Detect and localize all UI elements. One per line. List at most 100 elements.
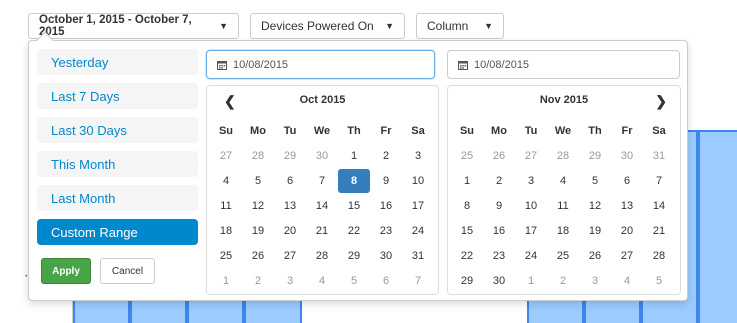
day-cell[interactable]: 5 [579,169,611,193]
week-row: 25 26 27 28 29 30 31 [451,144,675,169]
day-cell[interactable]: 1 [515,269,547,293]
day-cell[interactable]: 15 [451,219,483,243]
day-cell[interactable]: 19 [579,219,611,243]
day-cell[interactable]: 29 [451,269,483,293]
day-cell[interactable]: 1 [210,269,242,293]
day-cell[interactable]: 2 [547,269,579,293]
day-cell[interactable]: 20 [274,219,306,243]
day-cell[interactable]: 10 [515,194,547,218]
apply-button[interactable]: Apply [41,258,91,284]
day-cell[interactable]: 12 [579,194,611,218]
day-cell[interactable]: 1 [338,144,370,168]
day-cell[interactable]: 24 [515,244,547,268]
day-cell[interactable]: 25 [451,144,483,168]
day-cell[interactable]: 14 [643,194,675,218]
day-cell[interactable]: 27 [274,244,306,268]
day-cell[interactable]: 3 [274,269,306,293]
range-custom[interactable]: Custom Range [37,219,198,245]
day-cell[interactable]: 21 [643,219,675,243]
range-last-month[interactable]: Last Month [37,185,198,211]
day-cell[interactable]: 5 [643,269,675,293]
day-cell[interactable]: 25 [547,244,579,268]
day-cell[interactable]: 29 [274,144,306,168]
day-cell[interactable]: 5 [338,269,370,293]
day-cell[interactable]: 13 [274,194,306,218]
day-cell[interactable]: 4 [547,169,579,193]
day-cell[interactable]: 14 [306,194,338,218]
day-cell[interactable]: 6 [274,169,306,193]
date-range-dropdown[interactable]: October 1, 2015 - October 7, 2015 ▼ [28,13,239,39]
day-cell[interactable]: 24 [402,219,434,243]
cancel-button[interactable]: Cancel [100,258,155,284]
day-cell[interactable]: 22 [338,219,370,243]
day-cell[interactable]: 26 [579,244,611,268]
day-cell[interactable]: 7 [402,269,434,293]
day-cell[interactable]: 30 [370,244,402,268]
day-cell[interactable]: 30 [306,144,338,168]
day-cell[interactable]: 7 [643,169,675,193]
day-cell[interactable]: 30 [611,144,643,168]
day-cell[interactable]: 26 [483,144,515,168]
day-cell[interactable]: 4 [611,269,643,293]
day-cell[interactable]: 26 [242,244,274,268]
day-cell[interactable]: 20 [611,219,643,243]
day-cell[interactable]: 25 [210,244,242,268]
day-cell[interactable]: 28 [306,244,338,268]
day-cell[interactable]: 23 [483,244,515,268]
day-cell[interactable]: 29 [338,244,370,268]
end-date-input[interactable]: 10/08/2015 [447,50,680,79]
day-cell[interactable]: 3 [579,269,611,293]
series-select[interactable]: Devices Powered On ▼ [250,13,405,39]
day-cell[interactable]: 16 [483,219,515,243]
day-cell[interactable]: 2 [242,269,274,293]
day-cell[interactable]: 6 [370,269,402,293]
next-month-icon[interactable]: ❯ [655,93,667,110]
day-cell[interactable]: 28 [242,144,274,168]
day-cell[interactable]: 27 [210,144,242,168]
day-cell[interactable]: 11 [547,194,579,218]
day-cell[interactable]: 22 [451,244,483,268]
chart-type-select[interactable]: Column ▼ [416,13,504,39]
day-cell[interactable]: 17 [515,219,547,243]
day-cell[interactable]: 21 [306,219,338,243]
day-cell[interactable]: 2 [370,144,402,168]
day-cell[interactable]: 2 [483,169,515,193]
day-cell[interactable]: 18 [547,219,579,243]
day-cell[interactable]: 13 [611,194,643,218]
range-this-month[interactable]: This Month [37,151,198,177]
day-cell[interactable]: 27 [515,144,547,168]
day-cell[interactable]: 31 [643,144,675,168]
day-cell[interactable]: 23 [370,219,402,243]
day-cell[interactable]: 12 [242,194,274,218]
day-cell[interactable]: 29 [579,144,611,168]
day-cell[interactable]: 6 [611,169,643,193]
day-cell[interactable]: 17 [402,194,434,218]
day-cell[interactable]: 9 [483,194,515,218]
day-cell[interactable]: 30 [483,269,515,293]
day-cell[interactable]: 19 [242,219,274,243]
range-last-7-days[interactable]: Last 7 Days [37,83,198,109]
day-cell[interactable]: 15 [338,194,370,218]
day-cell[interactable]: 7 [306,169,338,193]
day-cell[interactable]: 3 [402,144,434,168]
day-cell[interactable]: 9 [370,169,402,193]
day-cell[interactable]: 10 [402,169,434,193]
day-cell[interactable]: 18 [210,219,242,243]
day-cell[interactable]: 8 [451,194,483,218]
day-cell[interactable]: 5 [242,169,274,193]
day-cell[interactable]: 27 [611,244,643,268]
day-cell[interactable]: 31 [402,244,434,268]
day-cell[interactable]: 28 [643,244,675,268]
day-cell[interactable]: 11 [210,194,242,218]
range-last-30-days[interactable]: Last 30 Days [37,117,198,143]
start-date-input[interactable]: 10/08/2015 [206,50,435,79]
day-cell[interactable]: 4 [306,269,338,293]
day-cell[interactable]: 3 [515,169,547,193]
day-cell[interactable]: 1 [451,169,483,193]
week-row: 29 30 1 2 3 4 5 [451,269,675,294]
day-cell[interactable]: 16 [370,194,402,218]
day-cell[interactable]: 8 [338,169,370,193]
day-cell[interactable]: 28 [547,144,579,168]
range-yesterday[interactable]: Yesterday [37,49,198,75]
day-cell[interactable]: 4 [210,169,242,193]
